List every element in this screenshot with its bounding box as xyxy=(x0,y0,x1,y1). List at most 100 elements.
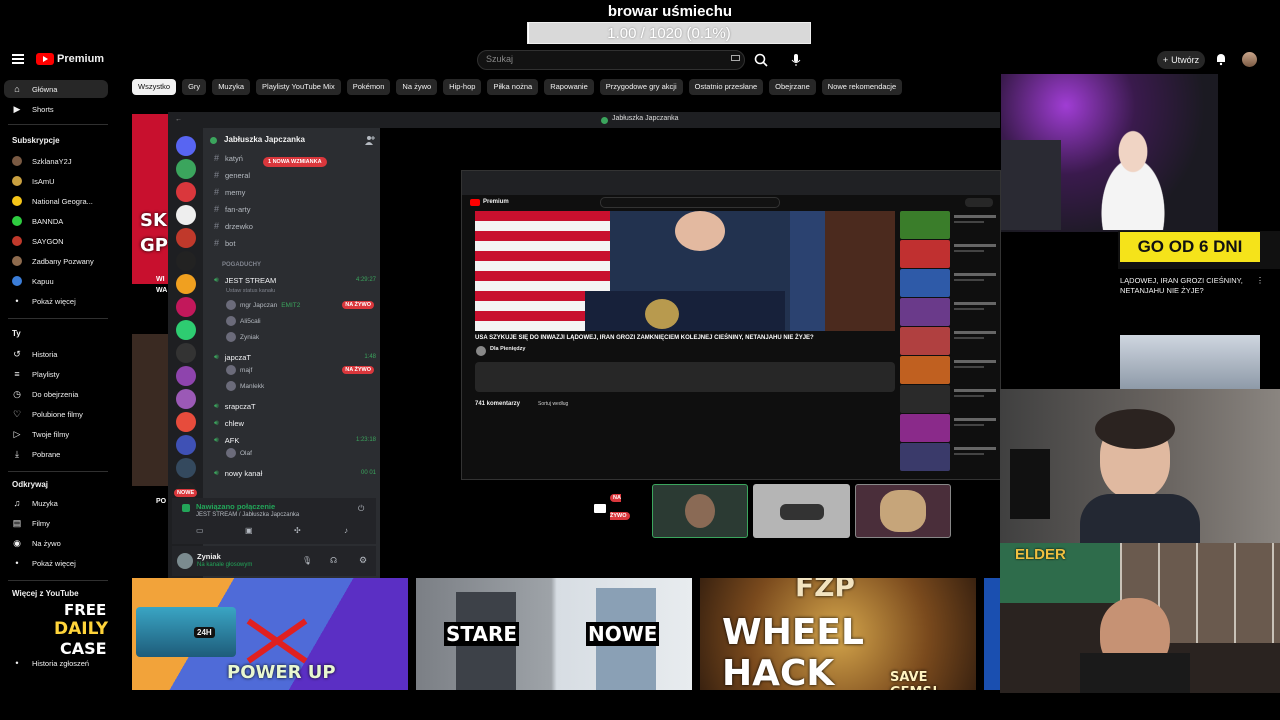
voice-user[interactable]: Zyniak xyxy=(226,332,374,342)
text-channel[interactable]: # katyń xyxy=(214,153,243,163)
activities-icon[interactable]: ✣ xyxy=(294,526,301,535)
chip[interactable]: Ostatnio przesłane xyxy=(688,79,764,95)
soundboard-icon[interactable]: ♪ xyxy=(344,526,348,535)
text-channel[interactable]: # memy xyxy=(214,187,245,197)
sidebar-item[interactable]: IsAmU xyxy=(4,172,108,190)
sidebar-item[interactable]: ♫ Muzyka xyxy=(4,494,108,512)
video-title-fragment[interactable]: PO xyxy=(156,498,166,505)
sidebar-item[interactable]: Zadbany Pozwany xyxy=(4,252,108,270)
camera-icon[interactable]: ▭ xyxy=(196,526,204,535)
chip[interactable]: Pokémon xyxy=(346,79,391,95)
inner-video-player[interactable] xyxy=(475,211,895,331)
sidebar-item[interactable]: SzklanaY2J xyxy=(4,152,108,170)
voice-user[interactable]: Ali5cali xyxy=(226,316,374,326)
chip[interactable]: Muzyka xyxy=(212,79,251,95)
voice-channel[interactable]: 🔊︎ nowy kanał 00 01 xyxy=(214,468,376,478)
server-icon[interactable] xyxy=(176,136,196,156)
more-options-icon[interactable]: ⋮ xyxy=(1256,276,1264,285)
server-icon[interactable] xyxy=(176,366,196,386)
sidebar-item[interactable]: ⌂ Główna xyxy=(4,80,108,98)
section-heading[interactable]: Subskrypcje xyxy=(12,136,60,145)
chip[interactable]: Przygodowe gry akcji xyxy=(599,79,683,95)
create-button[interactable]: + Utwórz xyxy=(1157,51,1205,69)
sidebar-item[interactable]: ≡ Playlisty xyxy=(4,365,108,383)
chip[interactable]: Gry xyxy=(182,79,207,95)
chip[interactable]: Playlisty YouTube Mix xyxy=(256,79,341,95)
sidebar-item[interactable]: ▶ Shorts xyxy=(4,100,108,118)
mention-badge[interactable]: 1 NOWA WZMIANKA xyxy=(263,157,327,167)
sidebar-item[interactable]: ◉ Na żywo xyxy=(4,534,108,552)
chip[interactable]: Piłka nożna xyxy=(487,79,539,95)
chip[interactable]: Obejrzane xyxy=(769,79,816,95)
video-thumbnail[interactable] xyxy=(132,114,168,284)
chip[interactable]: Nowe rekomendacje xyxy=(821,79,903,95)
server-icon[interactable] xyxy=(176,297,196,317)
chip[interactable]: Rapowanie xyxy=(544,79,594,95)
headphones-icon[interactable]: ☊ xyxy=(330,556,337,565)
voice-user[interactable]: majf NA ŻYWO xyxy=(226,365,374,375)
voice-channel[interactable]: 🔊︎ chlew xyxy=(214,418,376,428)
video-title[interactable]: LĄDOWEJ, IRAN GROZI CIEŚNINY, NETANJAHU … xyxy=(1120,276,1270,296)
add-member-icon[interactable] xyxy=(365,135,375,145)
server-icon[interactable] xyxy=(176,389,196,409)
sidebar-item[interactable]: ⤓ Pobrane xyxy=(4,445,108,463)
sidebar-item[interactable]: SAYGON xyxy=(4,232,108,250)
menu-icon[interactable] xyxy=(12,54,24,64)
sidebar-item[interactable]: ↺ Historia xyxy=(4,345,108,363)
voice-user[interactable]: mgr Japczan EMIT2 NA ŻYWO xyxy=(226,300,374,310)
video-thumbnail[interactable] xyxy=(1120,335,1260,389)
server-icon[interactable] xyxy=(176,435,196,455)
category-label[interactable]: POGADUCHY xyxy=(222,262,261,268)
text-channel[interactable]: # drzewko xyxy=(214,221,253,231)
server-icon[interactable] xyxy=(176,182,196,202)
disconnect-icon[interactable]: ⏻ xyxy=(358,504,364,514)
channel-status[interactable]: Ustaw status kanału xyxy=(226,288,275,294)
sidebar-item[interactable]: BANNDA xyxy=(4,212,108,230)
sidebar-item[interactable]: National Geogra... xyxy=(4,192,108,210)
youtube-logo-icon[interactable] xyxy=(36,53,54,65)
server-icon[interactable] xyxy=(176,159,196,179)
server-icon[interactable] xyxy=(176,228,196,248)
server-icon[interactable] xyxy=(176,412,196,432)
youtube-brand[interactable]: Premium xyxy=(57,53,104,65)
section-heading[interactable]: Ty xyxy=(12,329,21,338)
sidebar-item[interactable]: ▷ Twoje filmy xyxy=(4,425,108,443)
connection-channel[interactable]: JEST STREAM / Jabłuszka Japczanka xyxy=(196,512,299,518)
sidebar-item[interactable]: ◷ Do obejrzenia xyxy=(4,385,108,403)
avatar[interactable] xyxy=(177,553,193,569)
search-input[interactable] xyxy=(477,50,745,70)
sidebar-item[interactable]: Kapuu xyxy=(4,272,108,290)
video-title-fragment[interactable]: WI xyxy=(156,276,165,283)
text-channel[interactable]: # fan-arty xyxy=(214,204,250,214)
server-icon[interactable] xyxy=(176,274,196,294)
voice-channel[interactable]: 🔊︎ srapczaT xyxy=(214,401,376,411)
keyboard-icon[interactable] xyxy=(731,55,740,61)
microphone-icon[interactable] xyxy=(786,50,806,70)
chip[interactable]: Hip-hop xyxy=(443,79,482,95)
search-icon[interactable] xyxy=(750,50,774,70)
server-icon[interactable] xyxy=(176,458,196,478)
text-channel[interactable]: # general xyxy=(214,170,250,180)
server-icon[interactable] xyxy=(176,205,196,225)
avatar[interactable] xyxy=(1242,52,1257,67)
video-thumbnail[interactable] xyxy=(132,334,168,486)
signal-icon[interactable] xyxy=(182,504,190,512)
voice-user[interactable]: Olaf xyxy=(226,448,374,458)
bell-icon[interactable] xyxy=(1214,52,1228,66)
video-thumbnail[interactable] xyxy=(984,578,1000,690)
server-icon[interactable] xyxy=(176,251,196,271)
chip[interactable]: Wszystko xyxy=(132,79,177,95)
free-case-banner[interactable]: FREE DAILY CASE 24H xyxy=(36,601,246,661)
sidebar-item[interactable]: • Pokaż więcej xyxy=(4,292,108,310)
back-arrow-icon[interactable]: ← xyxy=(175,116,182,123)
sidebar-item[interactable]: ▤ Filmy xyxy=(4,514,108,532)
chip[interactable]: Na żywo xyxy=(396,79,438,95)
sidebar-item[interactable]: • Pokaż więcej xyxy=(4,554,108,572)
voice-user[interactable]: Manlekk xyxy=(226,381,374,391)
video-thumbnail[interactable]: STARE NOWE xyxy=(416,578,692,690)
video-thumbnail[interactable]: FZP WHEEL HACK SAVE GEMS! xyxy=(700,578,976,690)
screen-share-icon[interactable]: ▣ xyxy=(245,526,253,535)
voice-channel[interactable]: 🔊︎ japczaT 1:48 xyxy=(214,352,376,362)
microphone-icon[interactable]: 🎙︎ xyxy=(302,556,312,565)
guild-name[interactable]: Jabłuszka Japczanka xyxy=(224,135,305,144)
